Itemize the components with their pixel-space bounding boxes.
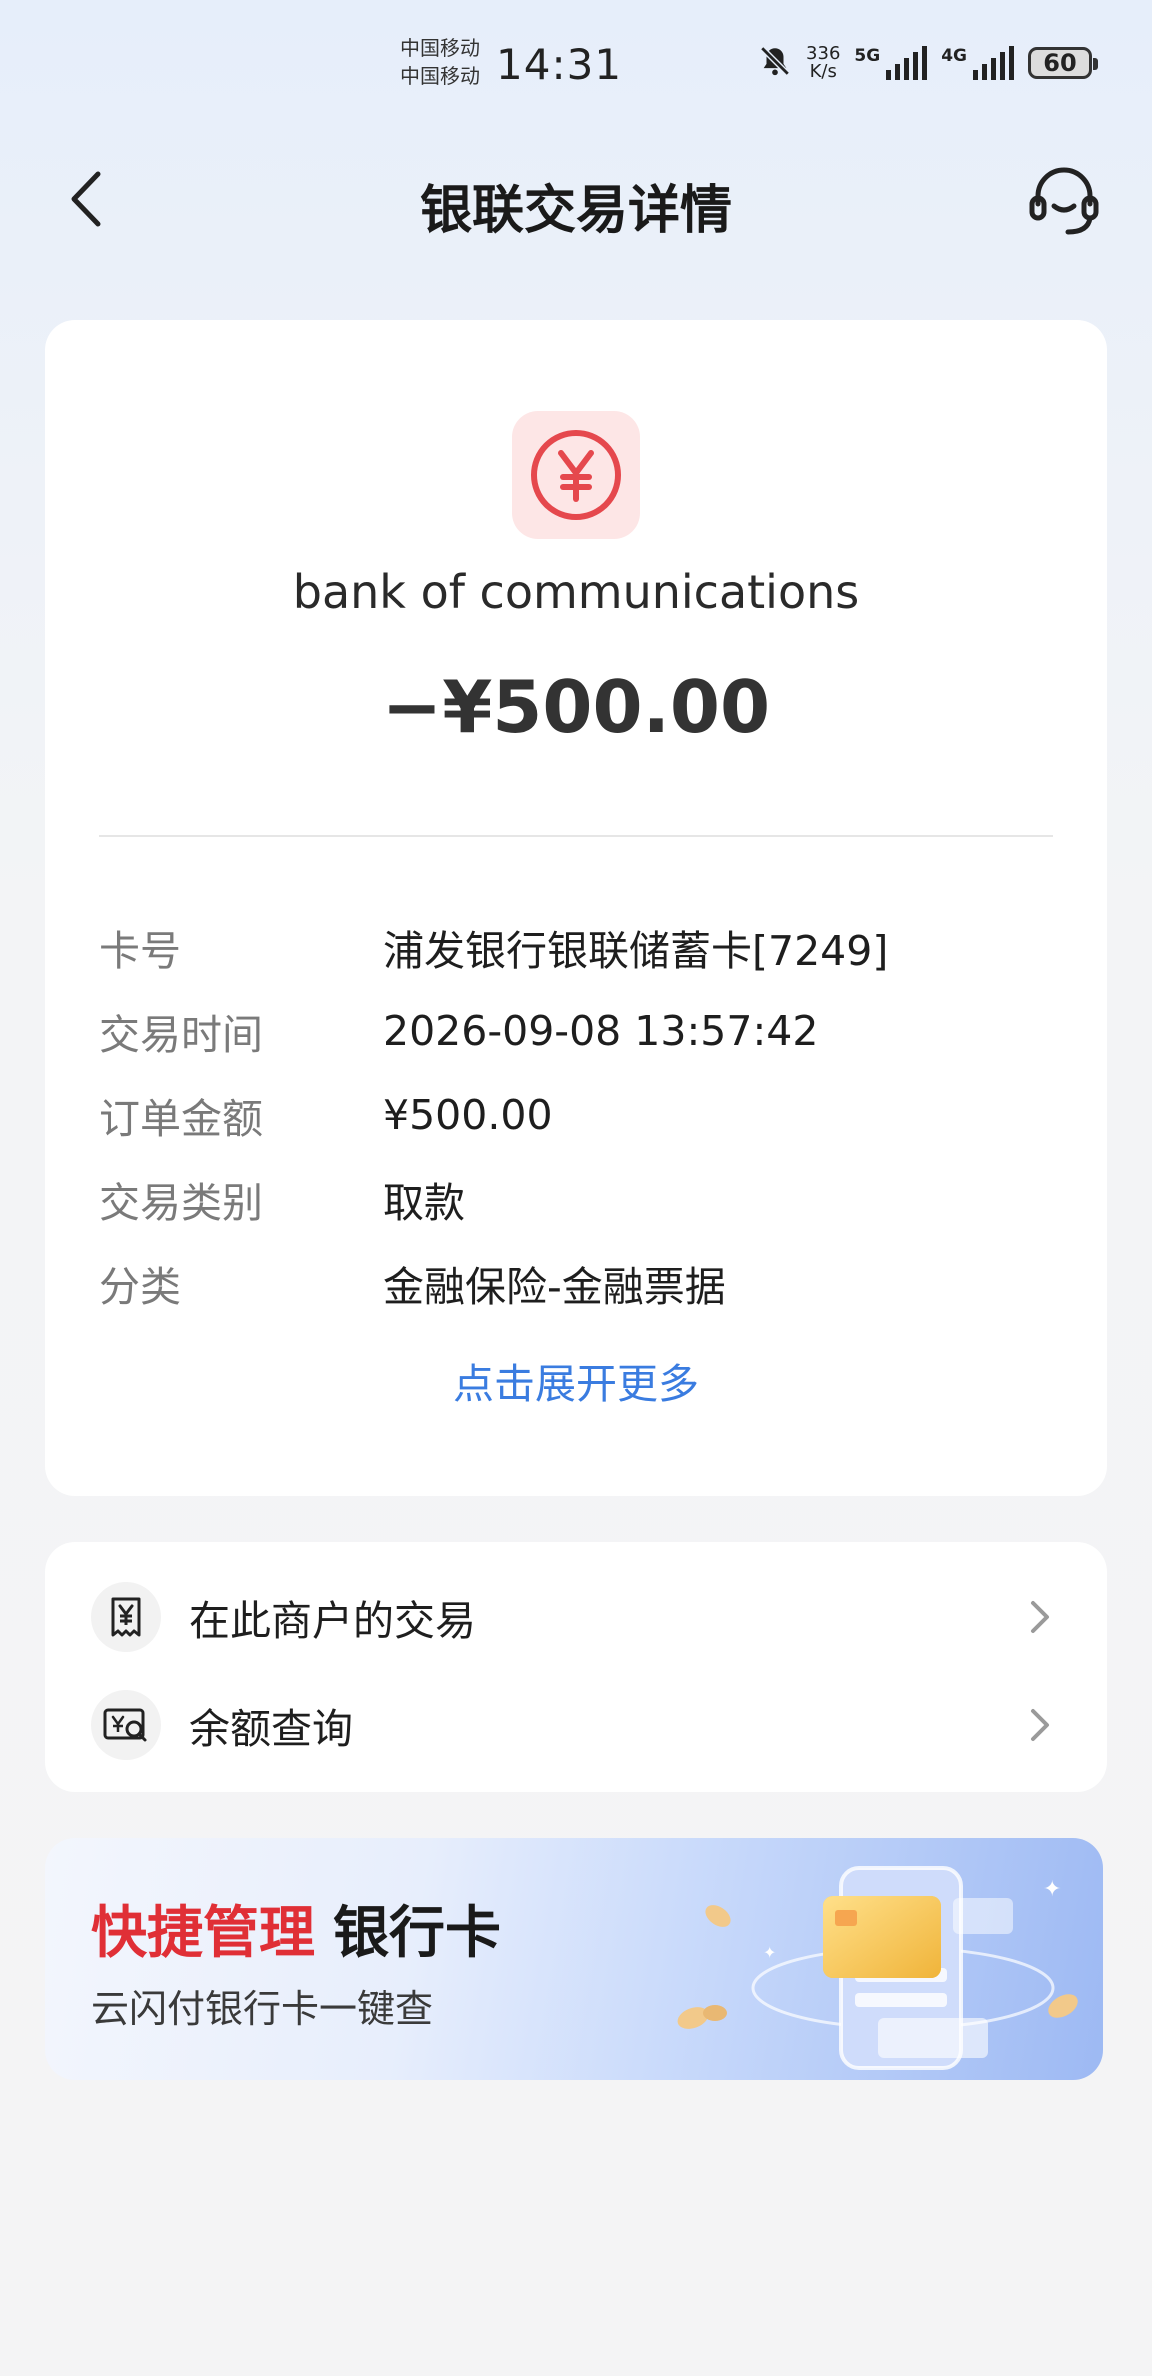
- detail-value: 金融保险-金融票据: [383, 1263, 726, 1311]
- menu-item-label: 在此商户的交易: [189, 1597, 476, 1645]
- battery-icon: 60: [1028, 47, 1098, 79]
- balance-search-icon: [91, 1690, 161, 1760]
- expand-more-link[interactable]: 点击展开更多: [45, 1350, 1107, 1410]
- phone-card-illustration: ✦ ✦: [677, 1866, 1078, 2070]
- actions-card: 在此商户的交易 余额查询: [45, 1542, 1107, 1792]
- customer-service-button[interactable]: [1024, 160, 1104, 240]
- merchant-transactions-item[interactable]: 在此商户的交易: [45, 1562, 1107, 1672]
- battery-level: 60: [1043, 49, 1077, 77]
- signal-4g-icon: 4G: [941, 46, 1014, 80]
- detail-list: 卡号 浦发银行银联储蓄卡[7249] 交易时间 2026-09-08 13:57…: [99, 905, 1053, 1325]
- balance-inquiry-item[interactable]: 余额查询: [45, 1670, 1107, 1780]
- signal-2-label: 4G: [941, 46, 967, 66]
- detail-label: 卡号: [99, 927, 181, 975]
- merchant-name: bank of communications: [292, 565, 860, 619]
- network-speed-unit: K/s: [809, 61, 837, 82]
- chevron-right-icon: [1031, 1709, 1049, 1741]
- status-bar: 中国移动 中国移动 14:31 336 K/s 5G 4G 60: [0, 0, 1152, 130]
- detail-row-category: 分类 金融保险-金融票据: [99, 1241, 1053, 1325]
- signal-5g-icon: 5G: [854, 46, 928, 80]
- transaction-amount: −¥500.00: [381, 665, 771, 749]
- divider: [99, 835, 1053, 837]
- carrier-1: 中国移动: [400, 36, 480, 60]
- status-icons: 336 K/s 5G 4G 60: [758, 44, 1098, 82]
- detail-label: 订单金额: [99, 1095, 263, 1143]
- menu-item-label: 余额查询: [189, 1705, 353, 1753]
- detail-value: 2026-09-08 13:57:42: [383, 1007, 819, 1055]
- svg-text:✦: ✦: [1043, 1877, 1061, 1902]
- carrier-info: 中国移动 中国移动: [400, 34, 480, 90]
- detail-value: ¥500.00: [383, 1091, 553, 1139]
- detail-value: 浦发银行银联储蓄卡[7249]: [383, 927, 889, 975]
- bell-muted-icon: [758, 44, 792, 82]
- headset-icon: [1029, 167, 1099, 235]
- banner-subtitle: 云闪付银行卡一键查: [91, 1987, 434, 2031]
- bank-card-management-banner[interactable]: 快捷管理 银行卡 云闪付银行卡一键查 ✦ ✦: [45, 1838, 1103, 2080]
- detail-label: 交易类别: [99, 1179, 263, 1227]
- banner-title: 快捷管理 银行卡: [91, 1888, 501, 1969]
- yen-circle-icon: [531, 430, 621, 520]
- detail-row-transaction-time: 交易时间 2026-09-08 13:57:42: [99, 989, 1053, 1073]
- chevron-right-icon: [1031, 1601, 1049, 1633]
- signal-1-label: 5G: [854, 46, 881, 66]
- network-speed: 336 K/s: [806, 45, 840, 81]
- page-title: 银联交易详情: [419, 181, 732, 241]
- transaction-card: bank of communications −¥500.00 卡号 浦发银行银…: [45, 320, 1107, 1496]
- carrier-2: 中国移动: [400, 64, 480, 88]
- detail-row-order-amount: 订单金额 ¥500.00: [99, 1073, 1053, 1157]
- detail-label: 分类: [99, 1263, 181, 1311]
- nav-bar: 银联交易详情: [0, 150, 1152, 250]
- status-time: 14:31: [496, 40, 623, 89]
- detail-row-card-number: 卡号 浦发银行银联储蓄卡[7249]: [99, 905, 1053, 989]
- detail-label: 交易时间: [99, 1011, 263, 1059]
- svg-text:✦: ✦: [763, 1943, 776, 1962]
- merchant-icon: [512, 411, 640, 539]
- banner-title-rest: 银行卡: [333, 1901, 501, 1966]
- detail-value: 取款: [383, 1179, 465, 1227]
- detail-row-transaction-type: 交易类别 取款: [99, 1157, 1053, 1241]
- banner-title-highlight: 快捷管理: [91, 1901, 315, 1966]
- receipt-yen-icon: [91, 1582, 161, 1652]
